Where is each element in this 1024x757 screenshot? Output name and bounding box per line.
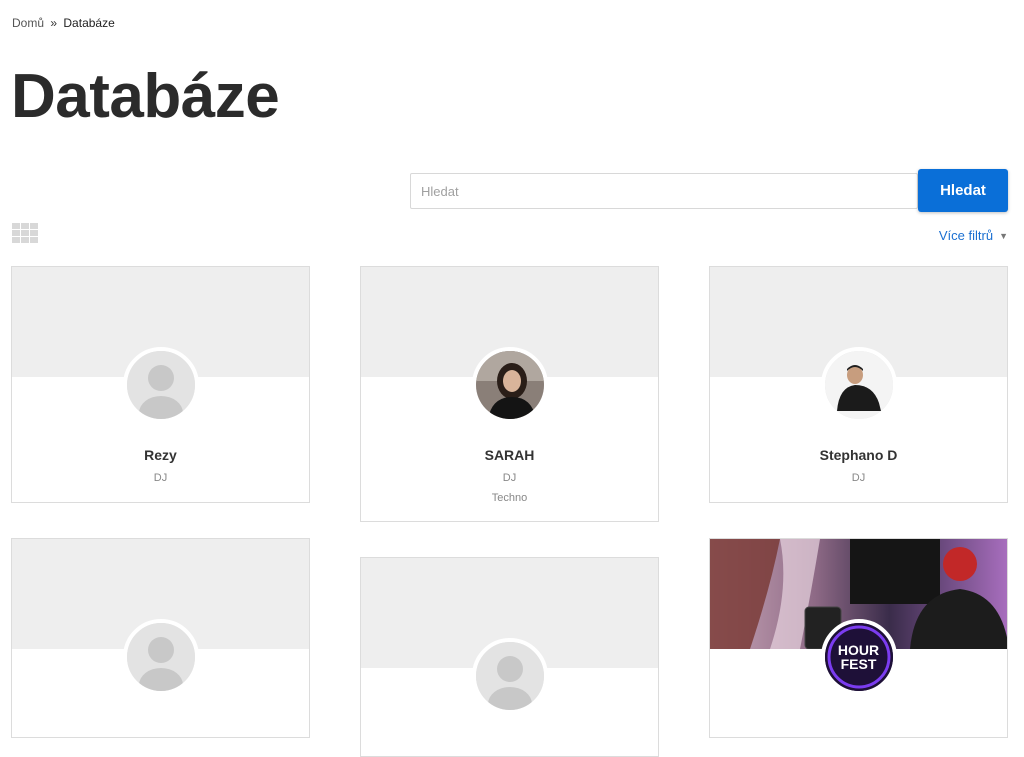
hourfest-logo: HOUR FEST	[820, 619, 897, 695]
profile-card[interactable]	[11, 538, 310, 738]
breadcrumb: Domů » Databáze	[12, 16, 115, 30]
profile-photo-avatar	[471, 347, 548, 423]
card-name[interactable]: SARAH	[361, 447, 658, 463]
page-title: Databáze	[11, 62, 280, 131]
card-genre: Techno	[491, 492, 528, 504]
profile-card[interactable]	[360, 557, 659, 757]
breadcrumb-home-link[interactable]: Domů	[12, 16, 44, 30]
search-button[interactable]: Hledat	[918, 169, 1008, 212]
card-role: DJ	[502, 472, 517, 484]
card-role: DJ	[851, 472, 866, 484]
logo-text: HOUR FEST	[837, 642, 880, 672]
card-role: DJ	[153, 472, 168, 484]
grid-view-icon[interactable]	[12, 223, 38, 244]
card-name[interactable]: Rezy	[12, 447, 309, 463]
profile-photo-avatar	[820, 347, 897, 423]
profile-card[interactable]: Rezy DJ	[11, 266, 310, 503]
placeholder-avatar-icon	[122, 347, 199, 423]
card-name[interactable]: Stephano D	[710, 447, 1007, 463]
profile-card[interactable]: Stephano D DJ	[709, 266, 1008, 503]
caret-down-icon: ▼	[999, 231, 1008, 241]
more-filters-label: Více filtrů	[938, 228, 994, 243]
search-input[interactable]	[410, 173, 918, 209]
more-filters-toggle[interactable]: Více filtrů ▼	[939, 228, 1008, 243]
breadcrumb-current: Databáze	[63, 16, 115, 30]
placeholder-avatar-icon	[122, 619, 199, 695]
profile-card[interactable]: HOUR FEST	[709, 538, 1008, 738]
breadcrumb-separator: »	[50, 16, 58, 30]
profile-card[interactable]: SARAH DJ Techno	[360, 266, 659, 522]
placeholder-avatar-icon	[471, 638, 548, 714]
